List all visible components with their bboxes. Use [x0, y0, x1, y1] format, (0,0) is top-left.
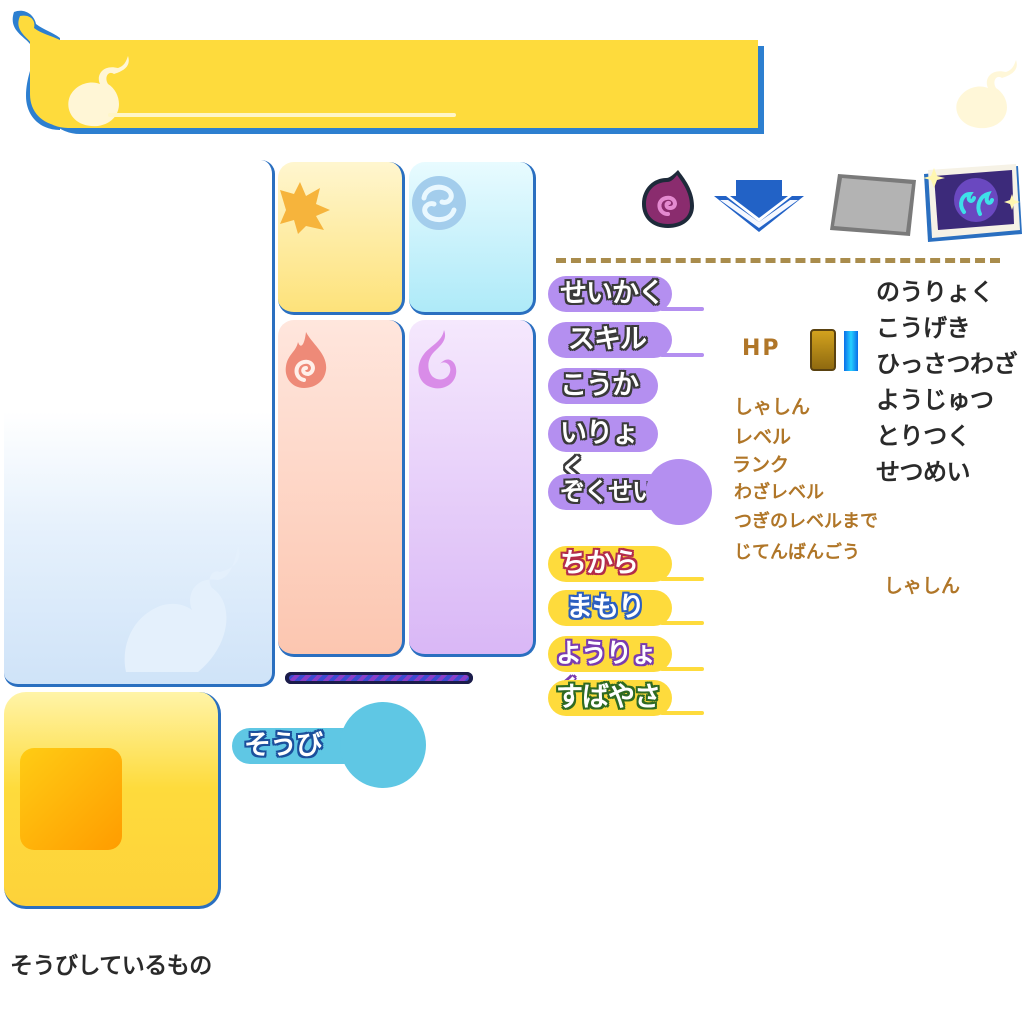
fire-spiral-icon [285, 332, 327, 388]
equipment-label: そうび [244, 730, 323, 761]
soul-orb-icon[interactable] [640, 168, 696, 230]
rank-label: ランク [732, 454, 790, 476]
hp-bar-fill [844, 331, 858, 371]
soultimate-label: ひっさつわざ [876, 350, 1018, 378]
next-level-label: つぎのレベルまで [734, 511, 878, 532]
hp-bar-frame [810, 329, 836, 371]
dex-number-label: じてんばんごう [734, 542, 860, 563]
spirit-flame-icon [418, 330, 457, 389]
down-arrow-icon[interactable] [712, 178, 806, 234]
label-defense: まもり [548, 590, 672, 626]
label-personality: せいかく [548, 276, 672, 312]
photo-label: しゃしん [734, 396, 811, 418]
label-skill: スキル [548, 322, 672, 358]
skill-underline [660, 353, 704, 357]
wisp-silhouette-icon [68, 56, 129, 127]
sun-burst-icon [280, 182, 330, 234]
label-speed: すばやさ [548, 680, 672, 716]
label-strength: ちから [548, 546, 672, 582]
equipment-icon-slot [340, 702, 426, 788]
level-label: レベル [734, 426, 792, 448]
equipment-slot[interactable] [20, 748, 122, 850]
banner-underline [108, 113, 456, 117]
strength-underline [660, 577, 704, 581]
portrait-watermark-icon [124, 546, 240, 672]
label-power: いりょく [548, 416, 658, 485]
skill-level-label: わざレベル [734, 482, 824, 503]
inspirit-label: とりつく [876, 422, 971, 450]
personality-underline [660, 307, 704, 311]
label-effect: こうか [548, 368, 658, 404]
attribute-icon-slot [646, 459, 712, 525]
ability-label: のうりょく [876, 278, 994, 306]
photo-label-2: しゃしん [884, 575, 961, 597]
spirit-card-icon[interactable] [920, 164, 1024, 244]
wind-swirl-icon [412, 176, 466, 230]
technique-label: ようじゅつ [876, 386, 994, 414]
wisp-watermark-icon [956, 60, 1017, 129]
speed-underline [660, 711, 704, 715]
label-spirit: ようりょく [548, 636, 672, 705]
description-label: せつめい [876, 458, 971, 486]
hp-label: HP [742, 336, 781, 361]
blank-card-icon[interactable] [828, 172, 918, 238]
spirit-underline [660, 667, 704, 671]
defense-underline [660, 621, 704, 625]
attack-label: こうげき [876, 314, 971, 342]
section-divider [556, 258, 1000, 263]
equipped-caption: そうびしているもの [10, 953, 212, 979]
gauge-fill [289, 675, 469, 681]
